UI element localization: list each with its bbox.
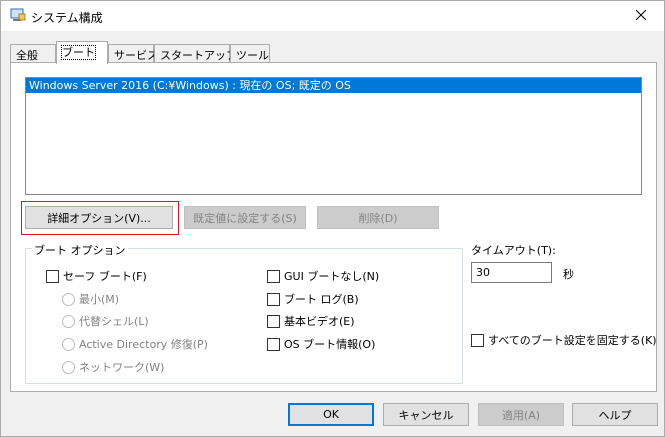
radio-circle bbox=[62, 337, 75, 351]
no-gui-boot-label: GUI ブートなし(N) bbox=[284, 270, 380, 283]
help-button[interactable]: ヘルプ bbox=[572, 403, 658, 426]
timeout-input[interactable] bbox=[471, 262, 552, 283]
radio-circle bbox=[62, 292, 75, 306]
set-default-button[interactable]: 既定値に設定する(S) bbox=[184, 206, 306, 229]
tab-startup[interactable]: スタートアップ bbox=[154, 44, 237, 63]
window-title: システム構成 bbox=[31, 11, 103, 25]
no-gui-boot-checkbox[interactable]: GUI ブートなし(N) bbox=[267, 268, 379, 284]
tab-tools-label: ツール bbox=[236, 49, 269, 62]
base-video-label: 基本ビデオ(E) bbox=[284, 315, 355, 328]
safe-boot-ad-repair-label: Active Directory 修復(P) bbox=[79, 338, 208, 351]
safe-boot-ad-repair-radio[interactable]: Active Directory 修復(P) bbox=[62, 336, 208, 352]
close-button[interactable] bbox=[618, 1, 664, 31]
tab-services[interactable]: サービス bbox=[108, 44, 158, 63]
os-boot-info-checkbox-box bbox=[267, 337, 280, 351]
os-list-item[interactable]: Windows Server 2016 (C:¥Windows) : 現在の O… bbox=[26, 78, 641, 93]
ok-button[interactable]: OK bbox=[288, 403, 374, 426]
radio-circle bbox=[62, 314, 75, 328]
base-video-checkbox[interactable]: 基本ビデオ(E) bbox=[267, 313, 355, 329]
advanced-options-button[interactable]: 詳細オプション(V)... bbox=[25, 206, 173, 229]
msconfig-app-icon bbox=[10, 8, 26, 22]
boot-log-checkbox-box bbox=[267, 292, 280, 306]
apply-button[interactable]: 適用(A) bbox=[478, 403, 564, 426]
tab-boot[interactable]: ブート bbox=[56, 41, 108, 64]
timeout-label: タイムアウト(T): bbox=[471, 244, 556, 257]
cancel-button[interactable]: キャンセル bbox=[383, 403, 469, 426]
make-permanent-label: すべてのブート設定を固定する(K) bbox=[488, 334, 657, 347]
safe-boot-checkbox-box bbox=[46, 269, 59, 283]
safe-boot-network-radio[interactable]: ネットワーク(W) bbox=[62, 359, 164, 375]
radio-circle bbox=[62, 360, 75, 374]
delete-button[interactable]: 削除(D) bbox=[317, 206, 439, 229]
os-boot-info-checkbox[interactable]: OS ブート情報(O) bbox=[267, 336, 375, 352]
tab-startup-label: スタートアップ bbox=[160, 49, 237, 62]
make-permanent-checkbox[interactable]: すべてのブート設定を固定する(K) bbox=[471, 332, 657, 348]
boot-options-group: ブート オプション セーフ ブート(F) 最小(M) 代替シェル(L) Acti… bbox=[25, 242, 463, 384]
tab-boot-label: ブート bbox=[61, 45, 96, 60]
safe-boot-alternate-shell-label: 代替シェル(L) bbox=[79, 315, 149, 328]
title-bar: システム構成 bbox=[1, 1, 664, 31]
make-permanent-checkbox-box bbox=[471, 333, 484, 347]
tab-general[interactable]: 全般 bbox=[10, 44, 56, 63]
os-list[interactable]: Windows Server 2016 (C:¥Windows) : 現在の O… bbox=[25, 77, 642, 195]
os-boot-info-label: OS ブート情報(O) bbox=[284, 338, 376, 351]
boot-log-label: ブート ログ(B) bbox=[284, 293, 359, 306]
safe-boot-minimal-radio[interactable]: 最小(M) bbox=[62, 291, 119, 307]
system-configuration-window: システム構成 全般 ブート サービス スタートアップ ツール Windows S… bbox=[0, 0, 665, 437]
safe-boot-minimal-label: 最小(M) bbox=[79, 293, 120, 306]
base-video-checkbox-box bbox=[267, 314, 280, 328]
safe-boot-checkbox[interactable]: セーフ ブート(F) bbox=[46, 268, 147, 284]
safe-boot-network-label: ネットワーク(W) bbox=[79, 361, 165, 374]
no-gui-boot-checkbox-box bbox=[267, 269, 280, 283]
boot-log-checkbox[interactable]: ブート ログ(B) bbox=[267, 291, 359, 307]
timeout-unit-label: 秒 bbox=[563, 268, 574, 281]
safe-boot-alternate-shell-radio[interactable]: 代替シェル(L) bbox=[62, 313, 149, 329]
boot-options-title: ブート オプション bbox=[32, 242, 128, 258]
tab-services-label: サービス bbox=[114, 49, 158, 62]
boot-tab-panel: Windows Server 2016 (C:¥Windows) : 現在の O… bbox=[10, 62, 657, 392]
tab-general-label: 全般 bbox=[16, 49, 38, 62]
safe-boot-label: セーフ ブート(F) bbox=[63, 270, 147, 283]
tab-tools[interactable]: ツール bbox=[230, 44, 270, 63]
close-icon bbox=[635, 9, 647, 23]
